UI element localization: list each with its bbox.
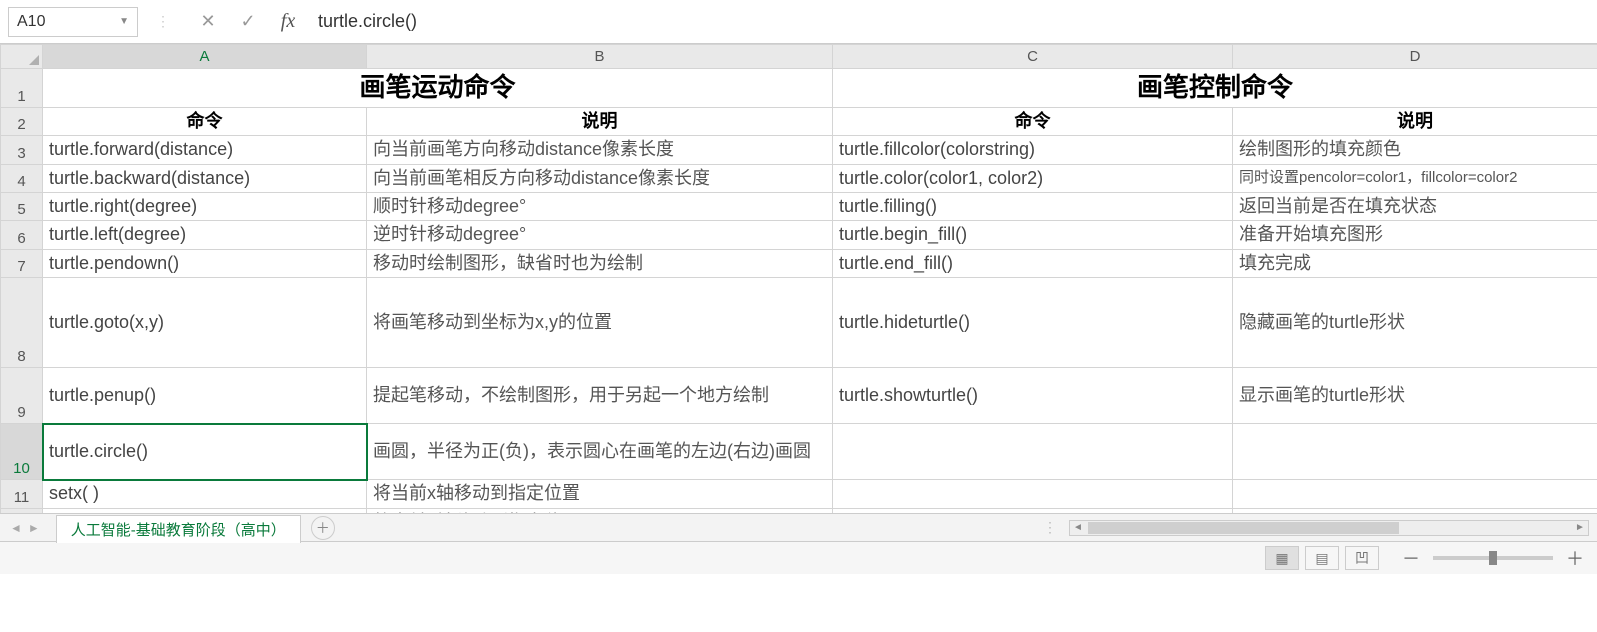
- row-header-7[interactable]: 7: [1, 249, 43, 277]
- cell[interactable]: turtle.left(degree): [43, 221, 367, 249]
- tab-next-icon[interactable]: ►: [28, 521, 40, 535]
- cell[interactable]: 将当前x轴移动到指定位置: [367, 480, 833, 508]
- col-header-D[interactable]: D: [1233, 45, 1597, 69]
- cell[interactable]: 说明: [1233, 107, 1597, 135]
- row-header-6[interactable]: 6: [1, 221, 43, 249]
- zoom-slider[interactable]: [1433, 556, 1553, 560]
- name-box[interactable]: A10 ▼: [8, 7, 138, 37]
- cell[interactable]: 提起笔移动，不绘制图形，用于另起一个地方绘制: [367, 368, 833, 424]
- cell[interactable]: turtle.fillcolor(colorstring): [833, 136, 1233, 164]
- cell[interactable]: 向当前画笔方向移动distance像素长度: [367, 136, 833, 164]
- cell[interactable]: turtle.begin_fill(): [833, 221, 1233, 249]
- cell[interactable]: [1233, 480, 1597, 508]
- cell[interactable]: 准备开始填充图形: [1233, 221, 1597, 249]
- cell[interactable]: turtle.pendown(): [43, 249, 367, 277]
- zoom-out-button[interactable]: －: [1401, 545, 1421, 571]
- cell[interactable]: 填充完成: [1233, 249, 1597, 277]
- formula-bar-separator: ⋮: [138, 13, 188, 30]
- cell[interactable]: turtle.goto(x,y): [43, 278, 367, 368]
- zoom-slider-thumb[interactable]: [1489, 551, 1497, 565]
- cell[interactable]: 将画笔移动到坐标为x,y的位置: [367, 278, 833, 368]
- cell[interactable]: turtle.forward(distance): [43, 136, 367, 164]
- row-header-8[interactable]: 8: [1, 278, 43, 368]
- col-header-C[interactable]: C: [833, 45, 1233, 69]
- tab-drag-handle-icon[interactable]: ⋮: [1033, 519, 1069, 536]
- view-normal-icon[interactable]: ▦: [1265, 546, 1299, 570]
- add-sheet-button[interactable]: ＋: [311, 516, 335, 540]
- cell[interactable]: setx( ): [43, 480, 367, 508]
- cell[interactable]: 向当前画笔相反方向移动distance像素长度: [367, 164, 833, 192]
- cell[interactable]: turtle.backward(distance): [43, 164, 367, 192]
- select-all-corner[interactable]: [1, 45, 43, 69]
- cell[interactable]: [833, 480, 1233, 508]
- cell[interactable]: 命令: [43, 107, 367, 135]
- horizontal-scrollbar[interactable]: ◄ ►: [1069, 520, 1589, 536]
- cell[interactable]: 命令: [833, 107, 1233, 135]
- formula-bar: A10 ▼ ⋮ ✕ ✓ fx: [0, 0, 1597, 44]
- spreadsheet-grid[interactable]: A B C D 1 画笔运动命令 画笔控制命令 2 命令 说明 命令 说明 3 …: [0, 44, 1597, 514]
- view-page-layout-icon[interactable]: ▤: [1305, 546, 1339, 570]
- sheet-tab-bar: ◄ ► 人工智能-基础教育阶段（高中） ＋ ⋮ ◄ ►: [0, 514, 1597, 542]
- name-box-dropdown-icon[interactable]: ▼: [119, 16, 129, 27]
- row-header-4[interactable]: 4: [1, 164, 43, 192]
- cell[interactable]: 隐藏画笔的turtle形状: [1233, 278, 1597, 368]
- tab-prev-icon[interactable]: ◄: [10, 521, 22, 535]
- cancel-icon[interactable]: ✕: [188, 11, 228, 32]
- cell[interactable]: [1233, 424, 1597, 480]
- cell[interactable]: 同时设置pencolor=color1，fillcolor=color2: [1233, 164, 1597, 192]
- cell[interactable]: 移动时绘制图形，缺省时也为绘制: [367, 249, 833, 277]
- row-header-9[interactable]: 9: [1, 368, 43, 424]
- scroll-right-icon[interactable]: ►: [1572, 522, 1588, 533]
- cell-active[interactable]: turtle.circle(): [43, 424, 367, 480]
- sheet-tab-active[interactable]: 人工智能-基础教育阶段（高中）: [56, 515, 301, 543]
- cell[interactable]: 逆时针移动degree°: [367, 221, 833, 249]
- row-header-5[interactable]: 5: [1, 192, 43, 220]
- cell[interactable]: turtle.hideturtle(): [833, 278, 1233, 368]
- cell[interactable]: 顺时针移动degree°: [367, 192, 833, 220]
- cell[interactable]: turtle.end_fill(): [833, 249, 1233, 277]
- cell[interactable]: 绘制图形的填充颜色: [1233, 136, 1597, 164]
- view-page-break-icon[interactable]: 凹: [1345, 546, 1379, 570]
- cell[interactable]: 画笔控制命令: [833, 69, 1597, 108]
- col-header-B[interactable]: B: [367, 45, 833, 69]
- cell[interactable]: 说明: [367, 107, 833, 135]
- row-header-11[interactable]: 11: [1, 480, 43, 508]
- row-header-2[interactable]: 2: [1, 107, 43, 135]
- cell[interactable]: turtle.penup(): [43, 368, 367, 424]
- fx-icon[interactable]: fx: [268, 10, 308, 33]
- cell[interactable]: 显示画笔的turtle形状: [1233, 368, 1597, 424]
- row-header-3[interactable]: 3: [1, 136, 43, 164]
- cell[interactable]: 画圆，半径为正(负)，表示圆心在画笔的左边(右边)画圆: [367, 424, 833, 480]
- scroll-left-icon[interactable]: ◄: [1070, 522, 1086, 533]
- cell[interactable]: turtle.color(color1, color2): [833, 164, 1233, 192]
- confirm-icon[interactable]: ✓: [228, 11, 268, 32]
- status-bar: ▦ ▤ 凹 － ＋: [0, 542, 1597, 574]
- row-header-1[interactable]: 1: [1, 69, 43, 108]
- cell-reference: A10: [17, 13, 45, 31]
- cell[interactable]: turtle.right(degree): [43, 192, 367, 220]
- cell[interactable]: turtle.filling(): [833, 192, 1233, 220]
- zoom-in-button[interactable]: ＋: [1565, 545, 1585, 571]
- cell[interactable]: turtle.showturtle(): [833, 368, 1233, 424]
- cell[interactable]: [833, 424, 1233, 480]
- cell[interactable]: 返回当前是否在填充状态: [1233, 192, 1597, 220]
- formula-input[interactable]: [308, 7, 1589, 37]
- cell[interactable]: 画笔运动命令: [43, 69, 833, 108]
- col-header-A[interactable]: A: [43, 45, 367, 69]
- tab-nav: ◄ ►: [0, 521, 50, 535]
- scroll-thumb[interactable]: [1088, 522, 1399, 534]
- row-header-10[interactable]: 10: [1, 424, 43, 480]
